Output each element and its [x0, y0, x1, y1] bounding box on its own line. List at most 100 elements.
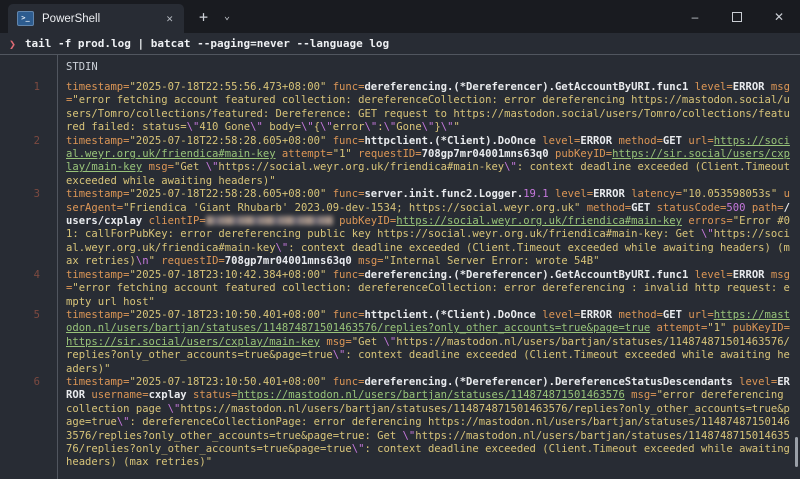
maximize-icon: [732, 12, 742, 22]
titlebar: >_ PowerShell ✕ + ⌄ – ✕: [0, 0, 800, 33]
powershell-icon: >_: [17, 11, 34, 26]
log-segment: clientIP=: [149, 215, 206, 227]
log-segment: timestamp=: [66, 135, 130, 147]
log-url: https://mastodon.nl/users/bartjan/status…: [237, 389, 624, 401]
log-segment: ERROR: [580, 309, 618, 321]
log-segment: \": [301, 121, 314, 133]
log-segment: ERROR: [733, 81, 771, 93]
log-segment: msg=: [631, 389, 656, 401]
log-segment: \": [352, 443, 365, 455]
log-segment: level=: [542, 309, 580, 321]
close-button[interactable]: ✕: [758, 0, 800, 33]
log-segment: \": [701, 228, 714, 240]
gutter-header: [0, 61, 57, 81]
log-segment: dereferencing.(*Dereferencer).GetAccount…: [364, 269, 694, 281]
log-segment: attempt=: [282, 148, 333, 160]
log-segment: GET: [663, 309, 688, 321]
log-segment: httpclient.(*Client).DoOnce: [364, 309, 542, 321]
log-entry: timestamp="2025-07-18T23:10:50.401+08:00…: [57, 309, 800, 376]
log-segment: "10.053598053s": [682, 188, 784, 200]
tab-powershell[interactable]: >_ PowerShell ✕: [8, 4, 184, 33]
log-segment: "1": [707, 322, 732, 334]
log-segment: attempt=: [657, 322, 708, 334]
log-segment: https://social.weyr.org.uk/friendica#mai…: [218, 161, 504, 173]
log-output: STDIN 1timestamp="2025-07-18T22:55:56.47…: [0, 55, 800, 479]
log-segment: "1": [333, 148, 358, 160]
log-segment: timestamp=: [66, 269, 130, 281]
log-segment: pubKeyID=: [555, 148, 612, 160]
log-segment: func=: [333, 309, 365, 321]
log-segment: url=: [688, 309, 713, 321]
log-segment: timestamp=: [66, 81, 130, 93]
log-segment: 500: [726, 202, 745, 214]
log-segment: statusCode=: [657, 202, 727, 214]
log-segment: cxplay: [149, 389, 193, 401]
log-segment: body=: [263, 121, 301, 133]
log-segment: url=: [688, 135, 713, 147]
command-text: tail -f prod.log | batcat --paging=never…: [25, 37, 389, 50]
log-segment: 19.1: [523, 188, 548, 200]
log-segment: "Friendica 'Giant Rhubarb' 2023.09-dev-1…: [123, 202, 587, 214]
tab-title: PowerShell: [42, 13, 156, 25]
log-segment: pubKeyID=: [733, 322, 790, 334]
log-entry: timestamp="2025-07-18T22:55:56.473+08:00…: [57, 81, 800, 135]
log-segment: \": [320, 121, 333, 133]
log-segment: func=: [333, 376, 365, 388]
log-row: 3timestamp="2025-07-18T22:58:28.605+08:0…: [0, 188, 800, 268]
line-number: 6: [0, 376, 57, 470]
log-segment: server.init.func2.Logger.: [364, 188, 523, 200]
log-row: 1timestamp="2025-07-18T22:55:56.473+08:0…: [0, 81, 800, 135]
scrollbar-thumb[interactable]: [795, 437, 798, 467]
tab-dropdown-icon[interactable]: ⌄: [224, 11, 230, 22]
command-line: ❯ tail -f prod.log | batcat --paging=nev…: [0, 33, 800, 54]
minimize-button[interactable]: –: [674, 0, 716, 33]
maximize-button[interactable]: [716, 0, 758, 33]
log-url: https://social.weyr.org.uk/friendica#mai…: [396, 215, 682, 227]
log-segment: requestID=: [161, 255, 225, 267]
log-segment: func=: [333, 269, 365, 281]
log-segment: "2025-07-18T23:10:50.401+08:00": [130, 376, 333, 388]
log-segment: latency=: [631, 188, 682, 200]
log-segment: level=: [542, 135, 580, 147]
log-segment: "Internal Server Error: wrote 54B": [384, 255, 600, 267]
log-segment: httpclient.(*Client).DoOnce: [364, 135, 542, 147]
log-segment: ": [453, 121, 459, 133]
log-segment: 410 Gone: [199, 121, 250, 133]
terminal-window: >_ PowerShell ✕ + ⌄ – ✕ ❯ tail -f prod.l…: [0, 0, 800, 479]
log-segment: timestamp=: [66, 188, 130, 200]
log-segment: \": [117, 416, 130, 428]
line-number: 5: [0, 309, 57, 376]
log-segment: \": [168, 403, 181, 415]
log-segment: method=: [587, 202, 631, 214]
log-entry: timestamp="2025-07-18T23:10:50.401+08:00…: [57, 376, 800, 470]
log-segment: \": [441, 121, 454, 133]
line-number: 2: [0, 135, 57, 189]
log-segment: \": [384, 336, 397, 348]
log-row: 4timestamp="2025-07-18T23:10:42.384+08:0…: [0, 269, 800, 309]
line-number: 1: [0, 81, 57, 135]
log-url: https://sir.social/users/cxplay/main-key: [66, 336, 320, 348]
log-segment: \": [187, 121, 200, 133]
log-segment: \": [422, 121, 435, 133]
log-segment: method=: [618, 309, 662, 321]
log-segment: "2025-07-18T22:58:28.605+08:00": [130, 135, 333, 147]
close-tab-icon[interactable]: ✕: [164, 12, 175, 25]
log-segment: ERROR: [593, 188, 631, 200]
log-entry: timestamp="2025-07-18T22:58:28.605+08:00…: [57, 135, 800, 189]
log-segment: "Get: [174, 161, 206, 173]
redacted-client-ip: [206, 216, 333, 225]
log-segment: "2025-07-18T23:10:42.384+08:00": [130, 269, 333, 281]
log-header-row: STDIN: [0, 55, 800, 81]
log-segment: path=: [752, 202, 784, 214]
log-segment: msg=: [149, 161, 174, 173]
log-lines: 1timestamp="2025-07-18T22:55:56.473+08:0…: [0, 81, 800, 470]
log-segment: level=: [695, 269, 733, 281]
log-segment: "2025-07-18T23:10:50.401+08:00": [130, 309, 333, 321]
log-segment: ERROR: [580, 135, 618, 147]
log-segment: GET: [663, 135, 688, 147]
log-segment: ERROR: [733, 269, 771, 281]
log-segment: \": [365, 121, 378, 133]
log-segment: requestID=: [358, 148, 422, 160]
new-tab-button[interactable]: +: [199, 8, 208, 26]
log-segment: timestamp=: [66, 376, 130, 388]
